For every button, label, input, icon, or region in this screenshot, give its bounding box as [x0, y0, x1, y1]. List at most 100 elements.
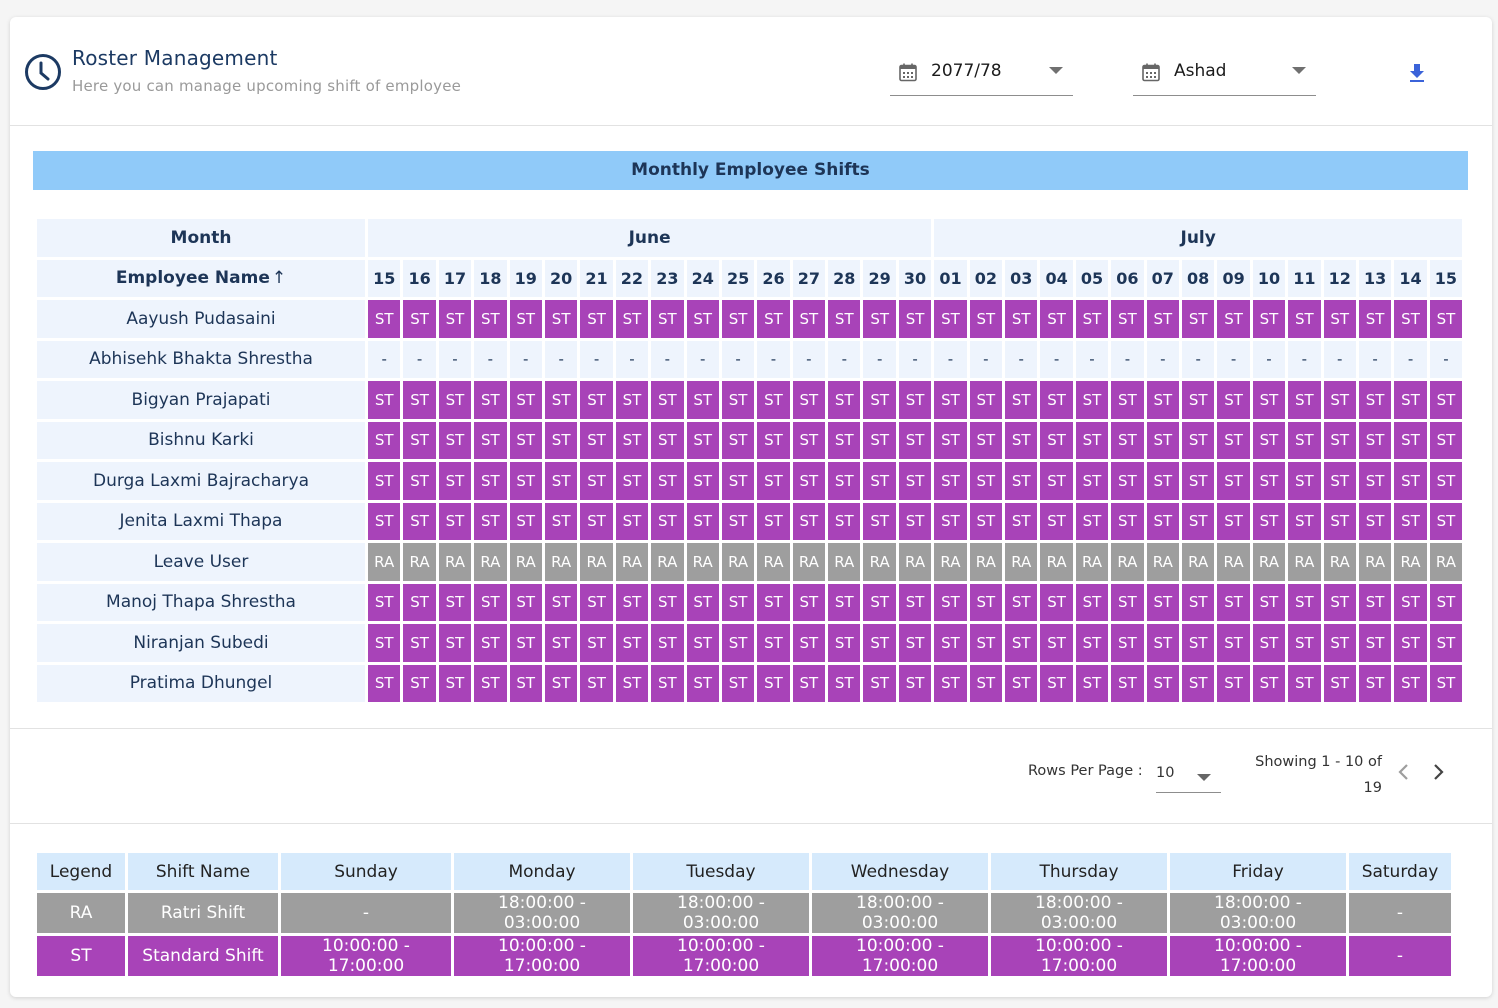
- shift-cell-st[interactable]: ST: [580, 381, 613, 419]
- shift-cell-st[interactable]: ST: [1181, 381, 1215, 419]
- shift-cell-empty[interactable]: -: [368, 340, 401, 378]
- shift-cell-st[interactable]: ST: [721, 624, 755, 662]
- shift-cell-st[interactable]: ST: [1252, 624, 1286, 662]
- shift-cell-empty[interactable]: -: [1323, 340, 1356, 378]
- shift-cell-st[interactable]: ST: [615, 300, 649, 338]
- shift-cell-st[interactable]: ST: [1288, 664, 1321, 702]
- shift-cell-st[interactable]: ST: [757, 624, 790, 662]
- shift-cell-st[interactable]: ST: [1358, 421, 1392, 459]
- shift-cell-st[interactable]: ST: [1040, 624, 1073, 662]
- shift-cell-st[interactable]: ST: [828, 421, 861, 459]
- shift-cell-st[interactable]: ST: [474, 664, 507, 702]
- shift-cell-ra[interactable]: RA: [792, 543, 826, 581]
- shift-cell-st[interactable]: ST: [1358, 300, 1392, 338]
- shift-cell-st[interactable]: ST: [1217, 381, 1250, 419]
- shift-cell-st[interactable]: ST: [1005, 300, 1038, 338]
- shift-cell-ra[interactable]: RA: [544, 543, 578, 581]
- shift-cell-st[interactable]: ST: [368, 421, 401, 459]
- shift-cell-st[interactable]: ST: [368, 664, 401, 702]
- shift-cell-st[interactable]: ST: [1358, 624, 1392, 662]
- shift-cell-empty[interactable]: -: [474, 340, 507, 378]
- shift-cell-st[interactable]: ST: [368, 300, 401, 338]
- shift-cell-st[interactable]: ST: [1358, 462, 1392, 500]
- shift-cell-st[interactable]: ST: [1005, 502, 1038, 540]
- shift-cell-ra[interactable]: RA: [1181, 543, 1215, 581]
- shift-cell-st[interactable]: ST: [474, 583, 507, 621]
- shift-cell-st[interactable]: ST: [1146, 421, 1179, 459]
- shift-cell-st[interactable]: ST: [863, 462, 896, 500]
- shift-cell-empty[interactable]: -: [1111, 340, 1144, 378]
- shift-cell-st[interactable]: ST: [1217, 462, 1250, 500]
- shift-cell-st[interactable]: ST: [509, 381, 542, 419]
- shift-cell-st[interactable]: ST: [438, 664, 472, 702]
- shift-cell-st[interactable]: ST: [934, 462, 967, 500]
- shift-cell-st[interactable]: ST: [863, 421, 896, 459]
- shift-cell-st[interactable]: ST: [1429, 624, 1463, 662]
- shift-cell-st[interactable]: ST: [934, 583, 967, 621]
- shift-cell-st[interactable]: ST: [1288, 462, 1321, 500]
- shift-cell-st[interactable]: ST: [1394, 300, 1427, 338]
- shift-cell-ra[interactable]: RA: [1217, 543, 1250, 581]
- shift-cell-st[interactable]: ST: [615, 624, 649, 662]
- shift-cell-st[interactable]: ST: [969, 300, 1003, 338]
- shift-cell-st[interactable]: ST: [651, 583, 684, 621]
- shift-cell-st[interactable]: ST: [1358, 664, 1392, 702]
- shift-cell-st[interactable]: ST: [1040, 664, 1073, 702]
- shift-cell-st[interactable]: ST: [651, 624, 684, 662]
- shift-cell-st[interactable]: ST: [828, 502, 861, 540]
- shift-cell-st[interactable]: ST: [1323, 502, 1356, 540]
- shift-cell-empty[interactable]: -: [1394, 340, 1427, 378]
- shift-cell-st[interactable]: ST: [368, 624, 401, 662]
- shift-cell-st[interactable]: ST: [792, 583, 826, 621]
- shift-cell-st[interactable]: ST: [969, 381, 1003, 419]
- shift-cell-empty[interactable]: -: [828, 340, 861, 378]
- shift-cell-st[interactable]: ST: [544, 624, 578, 662]
- shift-cell-st[interactable]: ST: [651, 421, 684, 459]
- shift-cell-st[interactable]: ST: [615, 381, 649, 419]
- shift-cell-st[interactable]: ST: [438, 624, 472, 662]
- shift-cell-st[interactable]: ST: [898, 624, 932, 662]
- shift-cell-st[interactable]: ST: [686, 300, 719, 338]
- shift-cell-st[interactable]: ST: [1146, 624, 1179, 662]
- shift-cell-st[interactable]: ST: [934, 381, 967, 419]
- shift-cell-st[interactable]: ST: [1394, 421, 1427, 459]
- shift-cell-ra[interactable]: RA: [1358, 543, 1392, 581]
- shift-cell-empty[interactable]: -: [1217, 340, 1250, 378]
- shift-cell-ra[interactable]: RA: [828, 543, 861, 581]
- shift-cell-st[interactable]: ST: [1111, 381, 1144, 419]
- shift-cell-ra[interactable]: RA: [509, 543, 542, 581]
- shift-cell-st[interactable]: ST: [1217, 624, 1250, 662]
- shift-cell-empty[interactable]: -: [1288, 340, 1321, 378]
- shift-cell-st[interactable]: ST: [934, 624, 967, 662]
- shift-cell-st[interactable]: ST: [969, 421, 1003, 459]
- shift-cell-st[interactable]: ST: [544, 583, 578, 621]
- shift-cell-st[interactable]: ST: [1429, 502, 1463, 540]
- shift-cell-empty[interactable]: -: [863, 340, 896, 378]
- shift-cell-st[interactable]: ST: [686, 583, 719, 621]
- shift-cell-st[interactable]: ST: [544, 502, 578, 540]
- shift-cell-st[interactable]: ST: [403, 462, 436, 500]
- shift-cell-st[interactable]: ST: [686, 462, 719, 500]
- shift-cell-st[interactable]: ST: [1217, 421, 1250, 459]
- chevron-right-icon[interactable]: [1427, 761, 1449, 783]
- shift-cell-st[interactable]: ST: [1111, 421, 1144, 459]
- shift-cell-st[interactable]: ST: [1288, 502, 1321, 540]
- shift-cell-st[interactable]: ST: [580, 664, 613, 702]
- shift-cell-st[interactable]: ST: [403, 624, 436, 662]
- shift-cell-st[interactable]: ST: [474, 462, 507, 500]
- shift-cell-st[interactable]: ST: [1040, 462, 1073, 500]
- shift-cell-st[interactable]: ST: [474, 502, 507, 540]
- shift-cell-st[interactable]: ST: [792, 300, 826, 338]
- shift-cell-st[interactable]: ST: [615, 421, 649, 459]
- shift-cell-st[interactable]: ST: [651, 381, 684, 419]
- chevron-left-icon[interactable]: [1393, 761, 1415, 783]
- shift-cell-st[interactable]: ST: [1181, 462, 1215, 500]
- shift-cell-st[interactable]: ST: [863, 583, 896, 621]
- shift-cell-st[interactable]: ST: [1323, 300, 1356, 338]
- shift-cell-empty[interactable]: -: [544, 340, 578, 378]
- shift-cell-st[interactable]: ST: [898, 421, 932, 459]
- shift-cell-st[interactable]: ST: [615, 462, 649, 500]
- shift-cell-st[interactable]: ST: [1252, 462, 1286, 500]
- shift-cell-st[interactable]: ST: [1217, 502, 1250, 540]
- shift-cell-st[interactable]: ST: [1075, 300, 1109, 338]
